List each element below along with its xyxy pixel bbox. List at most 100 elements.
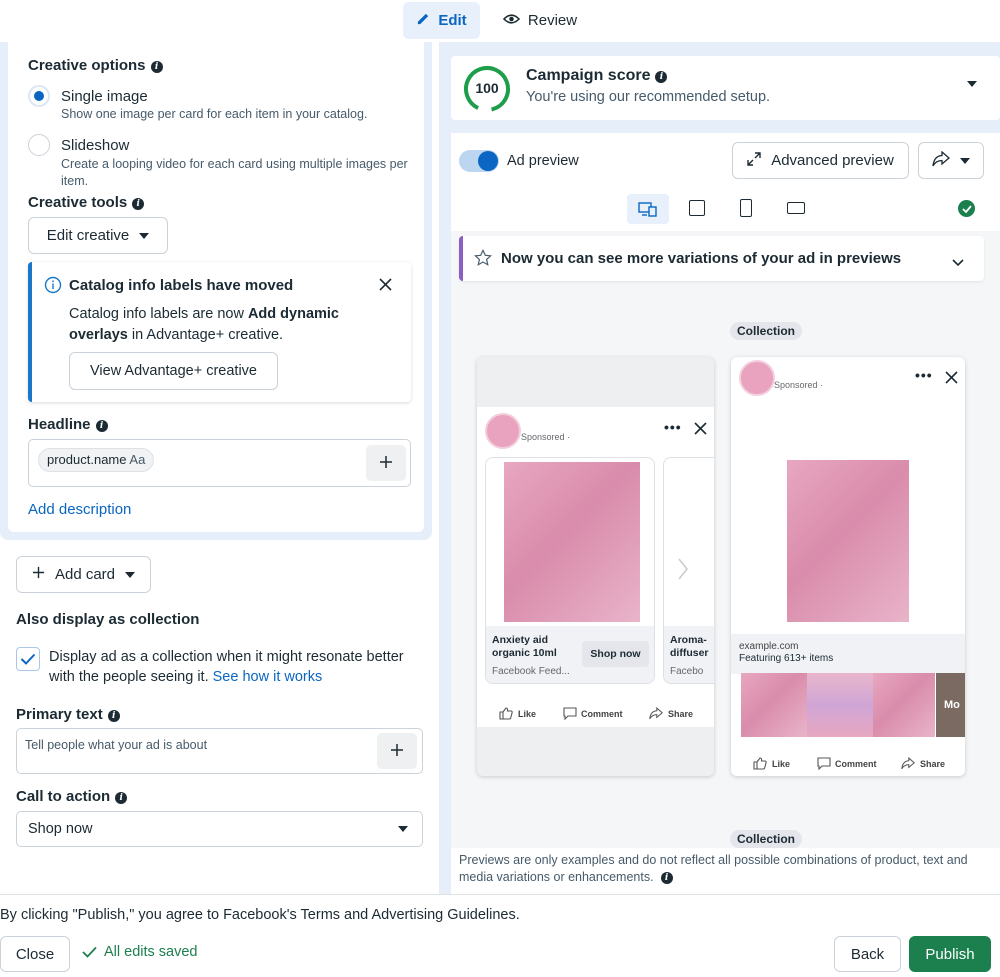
edit-creative-button[interactable]: Edit creative xyxy=(28,217,168,254)
card2-source: Facebo xyxy=(670,666,704,677)
like-icon[interactable] xyxy=(753,757,767,773)
share-icon[interactable] xyxy=(649,706,663,723)
info-icon[interactable]: i xyxy=(95,420,108,432)
check-icon xyxy=(20,653,36,665)
card1-source: Facebook Feed... xyxy=(492,666,570,677)
primary-text-placeholder: Tell people what your ad is about xyxy=(25,738,208,752)
like-label: Like xyxy=(518,709,537,719)
banner-text: Now you can see more variations of your … xyxy=(501,250,902,267)
collection-checkbox[interactable] xyxy=(16,647,40,671)
like-icon[interactable] xyxy=(499,707,513,723)
avatar xyxy=(739,360,775,396)
tab-review-label: Review xyxy=(527,12,578,29)
caret-down-icon xyxy=(125,571,136,578)
card1-title: Anxiety aid organic 10ml xyxy=(492,634,557,659)
product-image xyxy=(787,460,909,622)
add-text-button[interactable] xyxy=(377,733,417,769)
comment-label: Comment xyxy=(581,709,623,719)
creative-options-title: Creative options i xyxy=(28,57,163,74)
collection-more-label: Mo xyxy=(944,699,960,711)
share-label: Share xyxy=(920,759,946,769)
slideshow-radio[interactable] xyxy=(28,134,50,156)
sponsored-label: Sponsored · xyxy=(774,380,824,390)
info-icon[interactable]: i xyxy=(150,61,163,73)
notice-title: Catalog info labels have moved xyxy=(69,277,294,294)
comment-icon[interactable] xyxy=(817,757,831,773)
cta-value: Shop now xyxy=(28,821,93,837)
collection-thumb-4: Mo xyxy=(936,673,965,737)
collection-thumb-1 xyxy=(741,673,807,737)
add-card-button[interactable]: Add card xyxy=(16,556,151,593)
disclaimer-text: Previews are only examples and do not re… xyxy=(459,853,968,884)
headline-token[interactable]: product.name Aa xyxy=(38,448,155,472)
info-icon[interactable]: i xyxy=(107,710,120,722)
avatar xyxy=(485,413,521,449)
more-options-icon[interactable]: ••• xyxy=(915,367,933,383)
share-arrow-icon xyxy=(932,150,950,171)
publish-button[interactable]: Publish xyxy=(909,936,991,972)
add-description-link[interactable]: Add description xyxy=(28,501,131,518)
more-options-icon[interactable]: ••• xyxy=(664,419,682,435)
eye-icon xyxy=(502,12,521,29)
single-image-label: Single image xyxy=(61,88,148,105)
notice-body: Catalog info labels are now Add dynamic … xyxy=(69,306,339,343)
terms-link[interactable]: Terms and Advertising Guidelines xyxy=(301,907,516,923)
collection-label-2: Collection xyxy=(730,830,803,848)
expand-icon xyxy=(747,151,761,170)
share-icon[interactable] xyxy=(901,756,915,773)
caret-down-icon xyxy=(960,157,970,164)
ad-preview-toggle[interactable] xyxy=(459,150,499,172)
info-icon[interactable]: i xyxy=(660,872,673,884)
single-image-desc: Show one image per card for each item in… xyxy=(61,107,368,121)
info-icon[interactable]: i xyxy=(115,792,128,804)
tab-review[interactable]: Review xyxy=(495,2,585,39)
check-circle-icon xyxy=(958,200,975,217)
collection-checkbox-text: Display ad as a collection when it might… xyxy=(49,649,404,685)
device-mobile-icon[interactable] xyxy=(740,199,752,217)
device-landscape-icon[interactable] xyxy=(787,202,805,214)
sponsored-label: Sponsored · xyxy=(521,432,571,442)
advanced-preview-button[interactable]: Advanced preview xyxy=(732,142,909,179)
collection-section-title: Also display as collection xyxy=(16,611,200,628)
campaign-score-card[interactable] xyxy=(451,56,1000,120)
caret-down-icon xyxy=(398,826,408,832)
cta-title: Call to action i xyxy=(16,788,128,805)
plus-icon xyxy=(32,566,45,583)
tab-edit[interactable]: Edit xyxy=(403,2,480,39)
slideshow-label: Slideshow xyxy=(61,137,130,154)
view-advantage-button[interactable]: View Advantage+ creative xyxy=(69,352,278,390)
close-button[interactable]: Close xyxy=(0,936,70,972)
saved-status: All edits saved xyxy=(82,944,198,960)
close-icon[interactable] xyxy=(378,277,393,295)
chevron-right-icon[interactable] xyxy=(677,557,689,584)
share-menu-button[interactable] xyxy=(918,142,984,179)
card1-shop-now-button[interactable]: Shop now xyxy=(582,641,649,667)
close-icon[interactable] xyxy=(694,422,707,438)
chevron-down-icon[interactable] xyxy=(952,254,964,270)
like-label: Like xyxy=(772,759,791,769)
info-circle-icon xyxy=(44,276,62,297)
info-icon[interactable]: i xyxy=(132,198,145,210)
collection-label: Collection xyxy=(730,322,803,340)
cta-select[interactable]: Shop now xyxy=(16,811,423,847)
device-square-icon[interactable] xyxy=(689,200,705,216)
see-how-link[interactable]: See how it works xyxy=(213,669,323,685)
card2-title: Aroma-diffuser xyxy=(670,634,709,659)
info-icon[interactable]: i xyxy=(655,71,668,83)
headline-title: Headline i xyxy=(28,416,108,433)
collection-preview: Sponsored · ••• example.com Featuring 61… xyxy=(731,357,965,776)
back-button[interactable]: Back xyxy=(834,936,901,972)
slideshow-desc: Create a looping video for each card usi… xyxy=(61,157,408,188)
pencil-icon xyxy=(416,11,431,30)
caret-down-icon[interactable] xyxy=(967,81,977,87)
plus-icon xyxy=(378,454,394,473)
comment-icon[interactable] xyxy=(563,707,577,723)
close-icon[interactable] xyxy=(945,371,958,387)
carousel-card-1[interactable]: Anxiety aid organic 10ml Shop now Facebo… xyxy=(485,457,655,684)
score-value: 100 xyxy=(475,80,499,96)
device-all-placements-icon[interactable] xyxy=(627,194,669,224)
product-image xyxy=(504,462,640,622)
single-image-radio[interactable] xyxy=(28,85,50,107)
collection-thumb-2 xyxy=(807,673,873,737)
add-token-button[interactable] xyxy=(366,445,406,481)
